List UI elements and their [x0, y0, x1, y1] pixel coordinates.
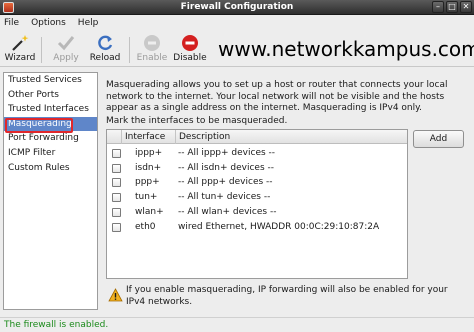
window-title: Firewall Configuration	[180, 2, 294, 12]
row-interface: wlan+	[135, 206, 164, 217]
row-checkbox[interactable]	[112, 222, 121, 232]
header-checkbox-column	[107, 130, 122, 144]
toolbar-separator	[129, 37, 130, 63]
sidebar-item-trusted-interfaces[interactable]: Trusted Interfaces	[4, 102, 97, 117]
status-text: The firewall is enabled.	[4, 320, 109, 330]
row-interface: isdn+	[135, 162, 162, 173]
sidebar-item-port-forwarding[interactable]: Port Forwarding	[4, 131, 97, 146]
table-row[interactable]: eth0 wired Ethernet, HWADDR 00:0C:29:10:…	[107, 220, 407, 235]
wizard-icon	[10, 34, 30, 52]
menu-help[interactable]: Help	[78, 18, 99, 28]
add-button[interactable]: Add	[413, 130, 464, 148]
sidebar: Trusted Services Other Ports Trusted Int…	[3, 72, 98, 310]
sidebar-item-icmp-filter[interactable]: ICMP Filter	[4, 146, 97, 161]
reload-button[interactable]: Reload	[88, 34, 122, 66]
sidebar-item-other-ports[interactable]: Other Ports	[4, 88, 97, 103]
row-checkbox[interactable]	[112, 178, 121, 188]
sidebar-item-custom-rules[interactable]: Custom Rules	[4, 161, 97, 176]
row-checkbox[interactable]	[112, 207, 121, 217]
minimize-button[interactable]: –	[432, 1, 444, 13]
table-row[interactable]: ippp+ -- All ippp+ devices --	[107, 146, 407, 161]
disable-icon	[180, 34, 200, 52]
menu-options[interactable]: Options	[31, 18, 66, 28]
maximize-button[interactable]: □	[446, 1, 458, 13]
toolbar-separator	[41, 37, 42, 63]
row-checkbox[interactable]	[112, 163, 121, 173]
header-interface[interactable]: Interface	[122, 130, 176, 144]
table-header: Interface Description	[107, 130, 407, 144]
row-interface: ippp+	[135, 148, 163, 158]
enable-button[interactable]: Enable	[135, 34, 169, 66]
interfaces-table: Interface Description ippp+ -- All ippp+…	[106, 129, 408, 279]
row-checkbox[interactable]	[112, 149, 121, 158]
table-row[interactable]: isdn+ -- All isdn+ devices --	[107, 161, 407, 176]
watermark-text: www.networkkampus.com	[218, 37, 474, 61]
row-description: -- All ppp+ devices --	[178, 177, 273, 188]
wizard-button[interactable]: Wizard	[2, 34, 38, 66]
row-interface: tun+	[135, 192, 158, 203]
row-description: -- All wlan+ devices --	[178, 206, 277, 217]
reload-icon	[95, 34, 115, 52]
checkmark-icon	[56, 34, 76, 52]
masquerading-description: Masquerading allows you to set up a host…	[106, 80, 448, 113]
warning-message: If you enable masquerading, IP forwardin…	[106, 283, 468, 309]
apply-button[interactable]: Apply	[50, 34, 82, 66]
menu-file[interactable]: File	[4, 18, 19, 28]
menu-bar: File Options Help	[0, 15, 474, 31]
selection-highlight-ring	[5, 118, 73, 133]
sidebar-item-trusted-services[interactable]: Trusted Services	[4, 73, 97, 88]
header-description[interactable]: Description	[176, 130, 407, 144]
table-row[interactable]: ppp+ -- All ppp+ devices --	[107, 175, 407, 190]
disable-button[interactable]: Disable	[172, 34, 208, 66]
row-description: wired Ethernet, HWADDR 00:0C:29:10:87:2A	[178, 221, 380, 232]
enable-icon	[142, 34, 162, 52]
table-row[interactable]: wlan+ -- All wlan+ devices --	[107, 205, 407, 220]
row-checkbox[interactable]	[112, 193, 121, 203]
status-bar: The firewall is enabled.	[0, 317, 474, 332]
row-interface: eth0	[135, 221, 156, 232]
warning-text: If you enable masquerading, IP forwardin…	[126, 285, 448, 307]
row-interface: ppp+	[135, 177, 160, 188]
mark-interfaces-label: Mark the interfaces to be masqueraded.	[106, 116, 288, 126]
row-description: -- All isdn+ devices --	[178, 162, 274, 173]
row-description: -- All tun+ devices --	[178, 192, 271, 203]
title-bar: Firewall Configuration – □ ✕	[0, 0, 474, 15]
close-button[interactable]: ✕	[460, 1, 472, 13]
table-row[interactable]: tun+ -- All tun+ devices --	[107, 190, 407, 205]
row-description: -- All ippp+ devices --	[178, 148, 276, 158]
warning-icon	[108, 288, 123, 302]
